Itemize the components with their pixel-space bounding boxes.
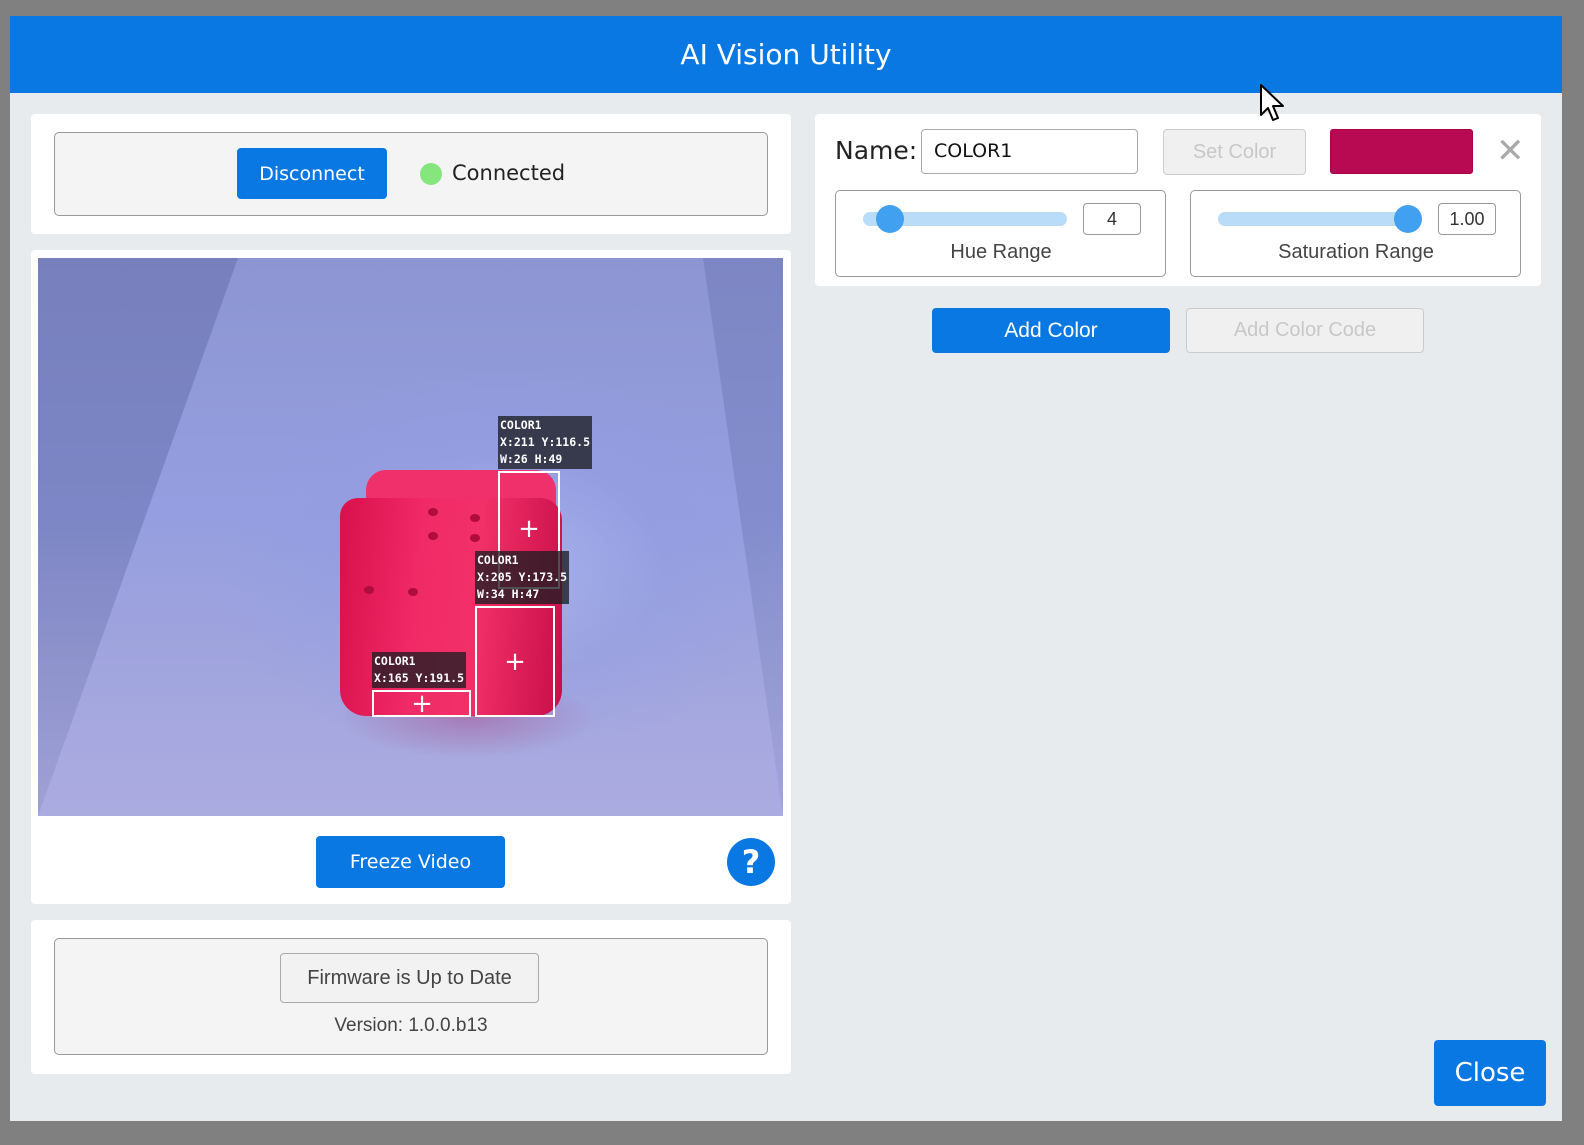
disconnect-button[interactable]: Disconnect	[237, 148, 387, 199]
saturation-slider-thumb[interactable]	[1394, 205, 1422, 233]
detection-center-icon: +	[504, 647, 526, 677]
cube-pip	[470, 534, 480, 542]
firmware-version: Version: 1.0.0.b13	[334, 1015, 488, 1036]
color-name-value: COLOR1	[934, 140, 1013, 162]
firmware-box: Firmware is Up to Date Version: 1.0.0.b1…	[54, 938, 768, 1055]
cube-pip	[428, 532, 438, 540]
connection-box: Disconnect Connected	[54, 132, 768, 216]
camera-feed[interactable]: COLOR1 X:211 Y:116.5 W:26 H:49 + COLOR1 …	[38, 258, 783, 816]
freeze-video-button[interactable]: Freeze Video	[316, 836, 505, 888]
saturation-range-label: Saturation Range	[1278, 241, 1434, 263]
detection-center-icon: +	[411, 689, 433, 719]
firmware-status-button[interactable]: Firmware is Up to Date	[280, 953, 539, 1003]
detection-label: COLOR1 X:165 Y:191.5	[372, 652, 467, 688]
saturation-slider-track[interactable]	[1218, 212, 1408, 226]
cube-pip	[428, 508, 438, 516]
hue-range-label: Hue Range	[950, 241, 1052, 263]
connection-status-dot	[420, 163, 442, 185]
saturation-value-input[interactable]: 1.00	[1438, 203, 1496, 235]
hue-range-box: 4 Hue Range	[835, 190, 1166, 277]
set-color-button[interactable]: Set Color	[1163, 129, 1306, 175]
color-name-input[interactable]: COLOR1	[921, 129, 1138, 174]
color-swatch[interactable]	[1330, 129, 1473, 174]
connection-panel: Disconnect Connected	[31, 114, 791, 234]
firmware-panel: Firmware is Up to Date Version: 1.0.0.b1…	[31, 920, 791, 1074]
connection-status-text: Connected	[452, 161, 566, 185]
app-window: AI Vision Utility Disconnect Connected C…	[10, 16, 1562, 1121]
remove-color-icon[interactable]: ✕	[1496, 134, 1525, 168]
window-title: AI Vision Utility	[680, 38, 892, 71]
mouse-cursor-icon	[1260, 84, 1284, 121]
cube-pip	[470, 514, 480, 522]
detection-label: COLOR1 X:205 Y:173.5 W:34 H:47	[475, 551, 570, 604]
close-button[interactable]: Close	[1434, 1040, 1546, 1106]
hue-slider-thumb[interactable]	[876, 205, 904, 233]
saturation-range-box: 1.00 Saturation Range	[1190, 190, 1521, 277]
cube-pip	[364, 586, 374, 594]
hue-value-input[interactable]: 4	[1083, 203, 1141, 235]
help-icon[interactable]: ?	[727, 838, 775, 886]
name-label: Name:	[835, 136, 918, 165]
add-color-button[interactable]: Add Color	[932, 308, 1170, 353]
detection-label: COLOR1 X:211 Y:116.5 W:26 H:49	[498, 416, 593, 469]
add-color-code-button[interactable]: Add Color Code	[1186, 308, 1424, 353]
detection-center-icon: +	[518, 514, 540, 544]
cube-pip	[408, 588, 418, 596]
color-config-panel: Name: COLOR1 Set Color ✕ 4 Hue Range 1.0…	[815, 114, 1541, 286]
title-bar: AI Vision Utility	[10, 16, 1562, 93]
